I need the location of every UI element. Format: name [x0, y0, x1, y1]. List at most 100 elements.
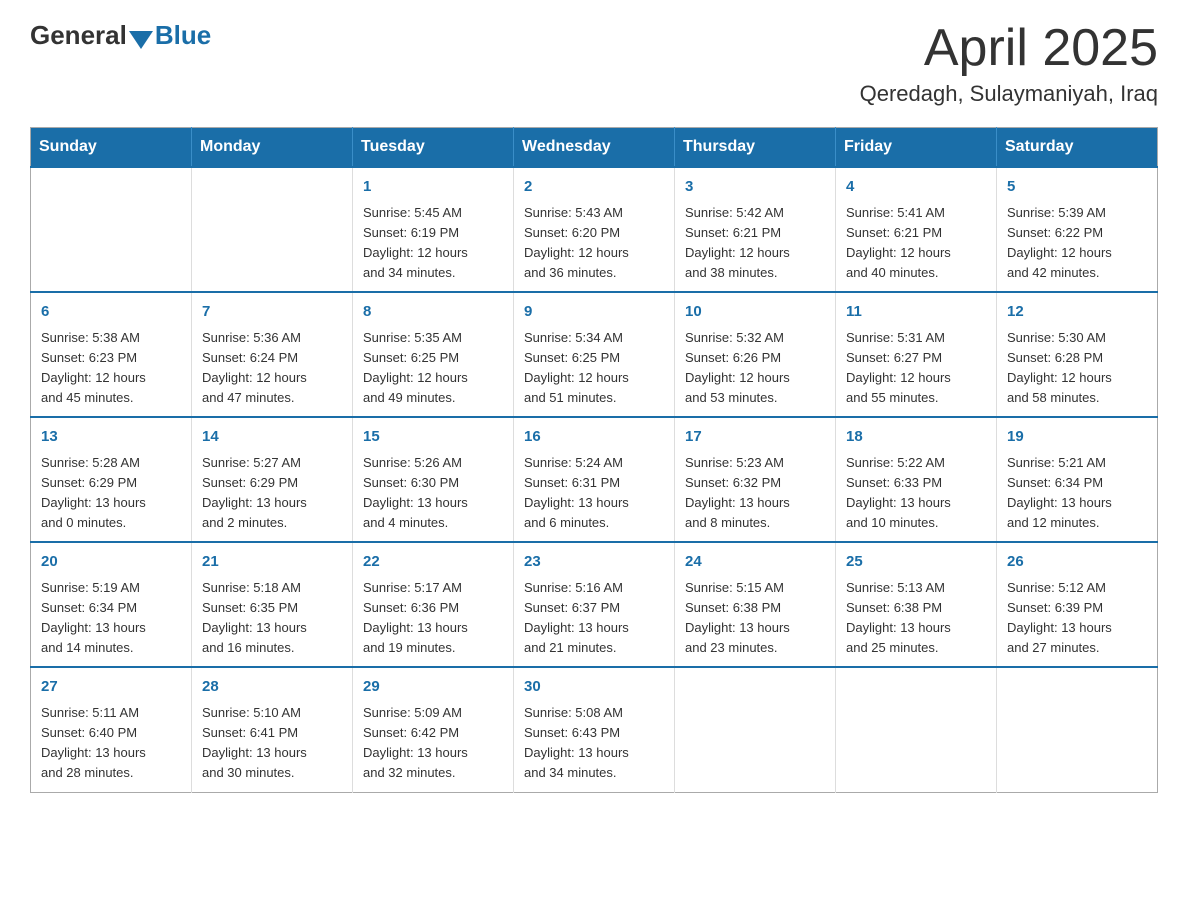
day-number: 20	[41, 551, 181, 574]
day-number: 23	[524, 551, 664, 574]
day-number: 2	[524, 176, 664, 199]
calendar-cell: 4 Sunrise: 5:41 AMSunset: 6:21 PMDaylight…	[836, 167, 997, 292]
header-monday: Monday	[192, 128, 353, 168]
day-info: Sunrise: 5:24 AMSunset: 6:31 PMDaylight:…	[524, 453, 664, 534]
day-info: Sunrise: 5:17 AMSunset: 6:36 PMDaylight:…	[363, 578, 503, 659]
calendar-cell: 20Sunrise: 5:19 AMSunset: 6:34 PMDayligh…	[31, 542, 192, 667]
day-number: 22	[363, 551, 503, 574]
day-info: Sunrise: 5:45 AMSunset: 6:19 PMDaylight:…	[363, 203, 503, 284]
day-info: Sunrise: 5:11 AMSunset: 6:40 PMDaylight:…	[41, 703, 181, 784]
calendar-cell: 8 Sunrise: 5:35 AMSunset: 6:25 PMDaylight…	[353, 292, 514, 417]
day-info: Sunrise: 5:15 AMSunset: 6:38 PMDaylight:…	[685, 578, 825, 659]
logo-blue: Blue	[155, 20, 211, 51]
calendar-cell: 15 Sunrise: 5:26 AMSunset: 6:30 PMDayligh…	[353, 417, 514, 542]
calendar-cell: 21 Sunrise: 5:18 AMSunset: 6:35 PMDayligh…	[192, 542, 353, 667]
day-number: 14	[202, 426, 342, 449]
day-number: 25	[846, 551, 986, 574]
calendar-cell: 1 Sunrise: 5:45 AMSunset: 6:19 PMDaylight…	[353, 167, 514, 292]
day-info: Sunrise: 5:38 AMSunset: 6:23 PMDaylight:…	[41, 328, 181, 409]
day-number: 1	[363, 176, 503, 199]
day-info: Sunrise: 5:43 AMSunset: 6:20 PMDaylight:…	[524, 203, 664, 284]
day-info: Sunrise: 5:13 AMSunset: 6:38 PMDaylight:…	[846, 578, 986, 659]
calendar-cell: 18 Sunrise: 5:22 AMSunset: 6:33 PMDayligh…	[836, 417, 997, 542]
day-info: Sunrise: 5:10 AMSunset: 6:41 PMDaylight:…	[202, 703, 342, 784]
calendar-cell: 30 Sunrise: 5:08 AMSunset: 6:43 PMDayligh…	[514, 667, 675, 792]
calendar-table: SundayMondayTuesdayWednesdayThursdayFrid…	[30, 127, 1158, 792]
day-number: 16	[524, 426, 664, 449]
calendar-cell: 14 Sunrise: 5:27 AMSunset: 6:29 PMDayligh…	[192, 417, 353, 542]
calendar-header-row: SundayMondayTuesdayWednesdayThursdayFrid…	[31, 128, 1158, 168]
calendar-cell	[192, 167, 353, 292]
calendar-cell: 2 Sunrise: 5:43 AMSunset: 6:20 PMDaylight…	[514, 167, 675, 292]
day-info: Sunrise: 5:09 AMSunset: 6:42 PMDaylight:…	[363, 703, 503, 784]
calendar-cell: 17 Sunrise: 5:23 AMSunset: 6:32 PMDayligh…	[675, 417, 836, 542]
day-info: Sunrise: 5:22 AMSunset: 6:33 PMDaylight:…	[846, 453, 986, 534]
month-title: April 2025	[860, 20, 1158, 77]
calendar-cell: 6 Sunrise: 5:38 AMSunset: 6:23 PMDaylight…	[31, 292, 192, 417]
calendar-cell: 22 Sunrise: 5:17 AMSunset: 6:36 PMDayligh…	[353, 542, 514, 667]
day-number: 4	[846, 176, 986, 199]
day-info: Sunrise: 5:28 AMSunset: 6:29 PMDaylight:…	[41, 453, 181, 534]
calendar-cell: 25 Sunrise: 5:13 AMSunset: 6:38 PMDayligh…	[836, 542, 997, 667]
day-number: 10	[685, 301, 825, 324]
calendar-week-4: 20Sunrise: 5:19 AMSunset: 6:34 PMDayligh…	[31, 542, 1158, 667]
day-number: 19	[1007, 426, 1147, 449]
day-info: Sunrise: 5:12 AMSunset: 6:39 PMDaylight:…	[1007, 578, 1147, 659]
day-number: 7	[202, 301, 342, 324]
day-number: 29	[363, 676, 503, 699]
header-thursday: Thursday	[675, 128, 836, 168]
day-info: Sunrise: 5:23 AMSunset: 6:32 PMDaylight:…	[685, 453, 825, 534]
day-number: 12	[1007, 301, 1147, 324]
day-number: 13	[41, 426, 181, 449]
day-info: Sunrise: 5:27 AMSunset: 6:29 PMDaylight:…	[202, 453, 342, 534]
logo-arrow-icon	[129, 31, 153, 49]
calendar-cell	[675, 667, 836, 792]
day-info: Sunrise: 5:42 AMSunset: 6:21 PMDaylight:…	[685, 203, 825, 284]
calendar-cell: 19 Sunrise: 5:21 AMSunset: 6:34 PMDayligh…	[997, 417, 1158, 542]
day-info: Sunrise: 5:30 AMSunset: 6:28 PMDaylight:…	[1007, 328, 1147, 409]
calendar-cell: 5Sunrise: 5:39 AMSunset: 6:22 PMDaylight…	[997, 167, 1158, 292]
calendar-cell: 9 Sunrise: 5:34 AMSunset: 6:25 PMDaylight…	[514, 292, 675, 417]
day-number: 9	[524, 301, 664, 324]
day-number: 18	[846, 426, 986, 449]
calendar-header: SundayMondayTuesdayWednesdayThursdayFrid…	[31, 128, 1158, 168]
day-number: 15	[363, 426, 503, 449]
calendar-body: 1 Sunrise: 5:45 AMSunset: 6:19 PMDaylight…	[31, 167, 1158, 792]
header-saturday: Saturday	[997, 128, 1158, 168]
calendar-week-2: 6 Sunrise: 5:38 AMSunset: 6:23 PMDaylight…	[31, 292, 1158, 417]
day-info: Sunrise: 5:41 AMSunset: 6:21 PMDaylight:…	[846, 203, 986, 284]
header-friday: Friday	[836, 128, 997, 168]
calendar-cell	[836, 667, 997, 792]
calendar-cell: 29 Sunrise: 5:09 AMSunset: 6:42 PMDayligh…	[353, 667, 514, 792]
day-number: 27	[41, 676, 181, 699]
day-number: 24	[685, 551, 825, 574]
day-number: 17	[685, 426, 825, 449]
calendar-cell: 24 Sunrise: 5:15 AMSunset: 6:38 PMDayligh…	[675, 542, 836, 667]
header-tuesday: Tuesday	[353, 128, 514, 168]
calendar-cell: 26 Sunrise: 5:12 AMSunset: 6:39 PMDayligh…	[997, 542, 1158, 667]
day-number: 5	[1007, 176, 1147, 199]
calendar-cell: 7Sunrise: 5:36 AMSunset: 6:24 PMDaylight…	[192, 292, 353, 417]
day-number: 11	[846, 301, 986, 324]
header-sunday: Sunday	[31, 128, 192, 168]
day-number: 21	[202, 551, 342, 574]
day-info: Sunrise: 5:18 AMSunset: 6:35 PMDaylight:…	[202, 578, 342, 659]
calendar-cell: 11 Sunrise: 5:31 AMSunset: 6:27 PMDayligh…	[836, 292, 997, 417]
page-header: General Blue April 2025 Qeredagh, Sulaym…	[30, 20, 1158, 107]
day-info: Sunrise: 5:08 AMSunset: 6:43 PMDaylight:…	[524, 703, 664, 784]
day-info: Sunrise: 5:26 AMSunset: 6:30 PMDaylight:…	[363, 453, 503, 534]
day-info: Sunrise: 5:35 AMSunset: 6:25 PMDaylight:…	[363, 328, 503, 409]
day-number: 30	[524, 676, 664, 699]
day-number: 6	[41, 301, 181, 324]
day-info: Sunrise: 5:34 AMSunset: 6:25 PMDaylight:…	[524, 328, 664, 409]
calendar-week-1: 1 Sunrise: 5:45 AMSunset: 6:19 PMDaylight…	[31, 167, 1158, 292]
day-info: Sunrise: 5:21 AMSunset: 6:34 PMDaylight:…	[1007, 453, 1147, 534]
day-number: 8	[363, 301, 503, 324]
calendar-week-5: 27 Sunrise: 5:11 AMSunset: 6:40 PMDayligh…	[31, 667, 1158, 792]
calendar-cell: 16 Sunrise: 5:24 AMSunset: 6:31 PMDayligh…	[514, 417, 675, 542]
calendar-cell	[997, 667, 1158, 792]
day-number: 28	[202, 676, 342, 699]
calendar-cell: 13 Sunrise: 5:28 AMSunset: 6:29 PMDayligh…	[31, 417, 192, 542]
day-info: Sunrise: 5:31 AMSunset: 6:27 PMDaylight:…	[846, 328, 986, 409]
day-number: 26	[1007, 551, 1147, 574]
